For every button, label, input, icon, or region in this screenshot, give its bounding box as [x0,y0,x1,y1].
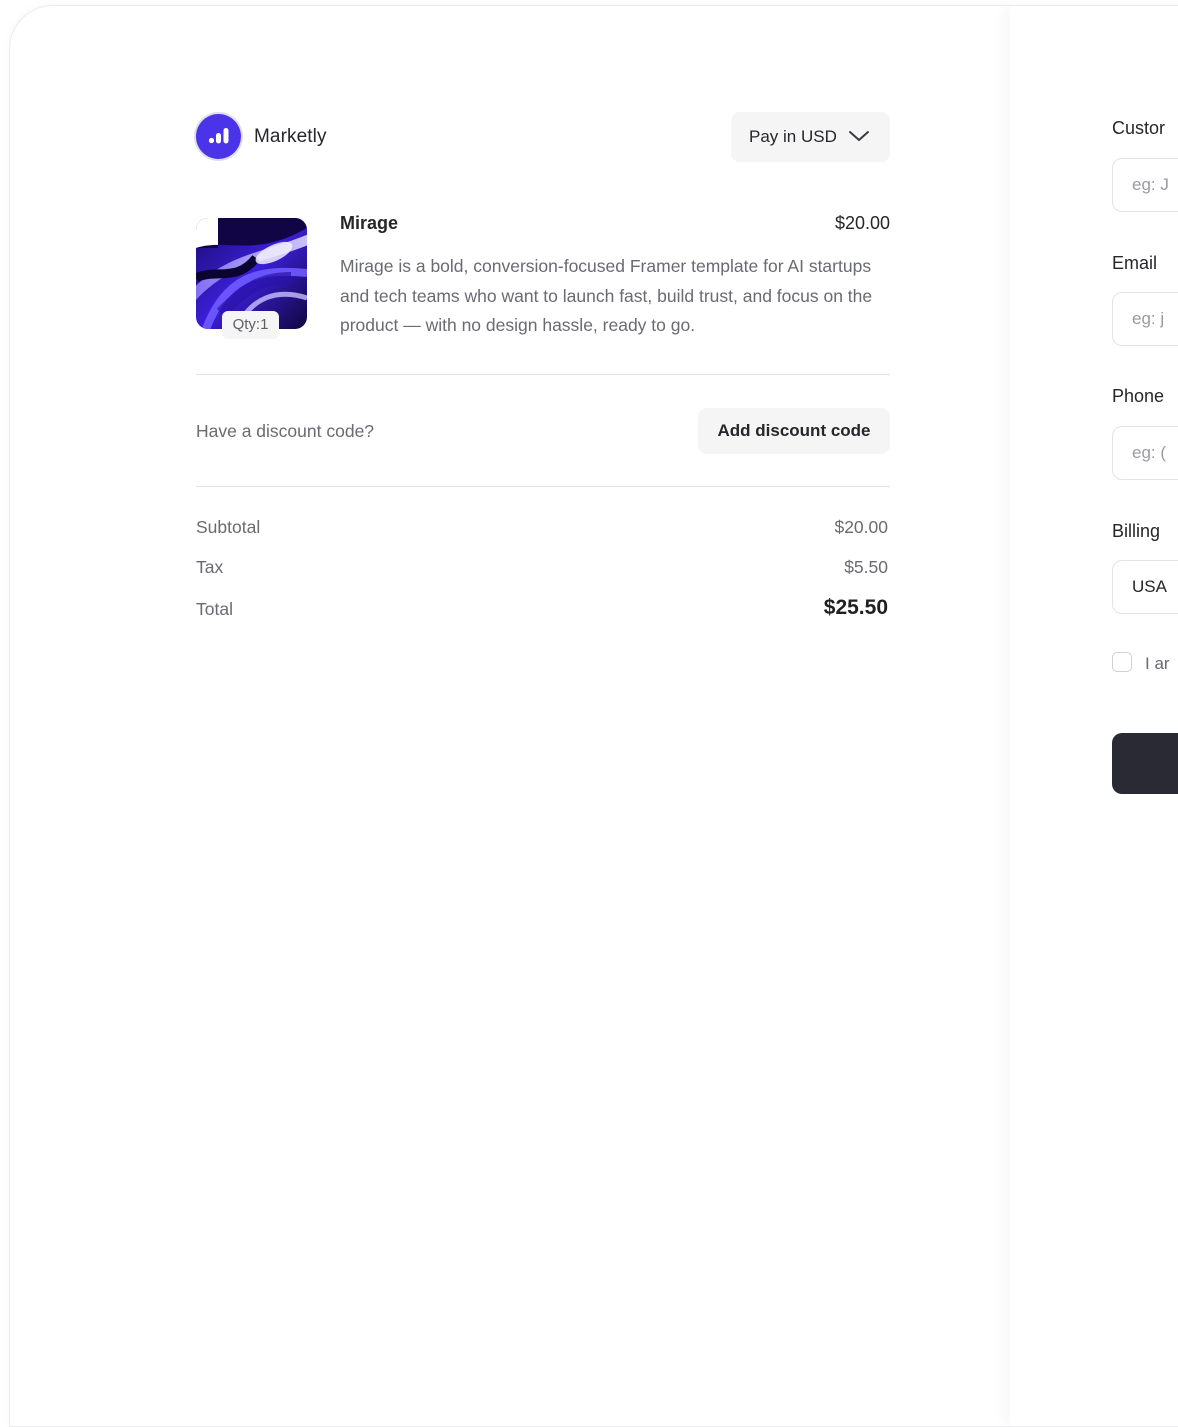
total-label: Total [196,599,233,619]
tax-label: Tax [196,557,224,577]
divider [196,486,890,487]
currency-select[interactable]: Pay in USD [731,112,890,162]
quantity-badge: Qty:1 [222,311,279,339]
checkout-card [9,5,1178,1427]
tax-value: $5.50 [844,557,888,577]
chevron-down-icon [849,131,869,141]
product-price: $20.00 [834,213,890,233]
total-value: $25.50 [823,596,888,619]
product-description: Mirage is a bold, conversion-focused Fra… [340,256,873,335]
submit-button[interactable] [1112,733,1178,794]
billing-label: Billing [1112,521,1161,541]
email-label: Email [1112,253,1158,273]
customer-name-input[interactable]: eg: J [1112,158,1178,212]
currency-label: Pay in USD [749,127,837,146]
brand: Marketly [196,114,327,159]
add-discount-button[interactable]: Add discount code [698,408,890,454]
brand-logo-icon [196,114,241,159]
agreement-checkbox-label: I ar [1145,654,1170,673]
phone-input[interactable]: eg: ( [1112,426,1178,480]
subtotal-label: Subtotal [196,517,261,537]
customer-name-label: Custor [1112,118,1166,138]
customer-form-panel [1010,6,1178,1426]
discount-question: Have a discount code? [196,421,375,441]
subtotal-value: $20.00 [834,517,888,537]
billing-country-select[interactable]: USA [1112,560,1178,614]
divider [196,374,890,375]
email-input[interactable]: eg: j [1112,292,1178,346]
phone-label: Phone [1112,386,1165,406]
agreement-checkbox[interactable] [1112,652,1132,672]
product-name: Mirage [340,213,399,233]
brand-name: Marketly [254,125,327,147]
